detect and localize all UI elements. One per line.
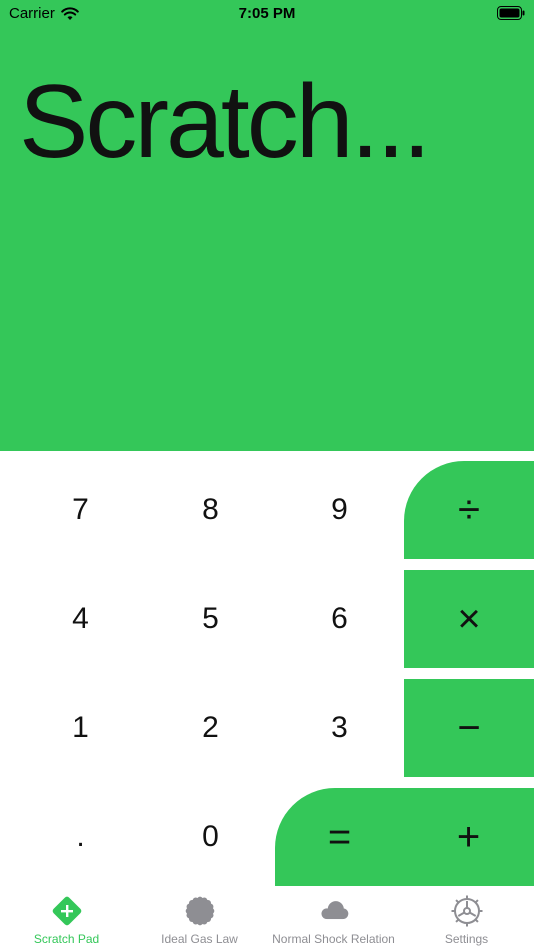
tab-label: Ideal Gas Law <box>161 932 238 946</box>
tab-label: Normal Shock Relation <box>272 932 395 946</box>
badge-icon <box>183 894 217 928</box>
key-2[interactable]: 2 <box>146 679 275 777</box>
scratch-display: Scratch... <box>19 64 431 180</box>
multiply-button[interactable]: × <box>404 570 534 668</box>
key-4[interactable]: 4 <box>16 570 145 668</box>
gear-icon <box>450 894 484 928</box>
tab-settings[interactable]: Settings <box>400 886 533 950</box>
status-bar: Carrier 7:05 PM <box>0 0 534 28</box>
tab-label: Scratch Pad <box>33 932 100 946</box>
tab-normal-shock-relation[interactable]: Normal Shock Relation <box>267 886 400 950</box>
key-9[interactable]: 9 <box>275 461 404 559</box>
key-decimal[interactable]: . <box>16 788 145 886</box>
key-1[interactable]: 1 <box>16 679 145 777</box>
tab-ideal-gas-law[interactable]: Ideal Gas Law <box>133 886 266 950</box>
divide-button[interactable]: ÷ <box>404 461 534 559</box>
cloud-icon <box>317 894 351 928</box>
key-3[interactable]: 3 <box>275 679 404 777</box>
key-7[interactable]: 7 <box>16 461 145 559</box>
clock: 7:05 PM <box>238 5 296 22</box>
plus-diamond-icon <box>50 894 84 928</box>
subtract-button[interactable]: − <box>404 679 534 777</box>
key-6[interactable]: 6 <box>275 570 404 668</box>
key-8[interactable]: 8 <box>146 461 275 559</box>
equals-button[interactable]: = <box>275 788 404 886</box>
battery-icon <box>497 6 525 20</box>
add-button[interactable]: + <box>404 788 533 886</box>
key-5[interactable]: 5 <box>146 570 275 668</box>
key-0[interactable]: 0 <box>146 788 275 886</box>
tab-bar: Scratch Pad Ideal Gas Law Normal Shock R… <box>0 886 534 950</box>
tab-label: Settings <box>444 932 489 946</box>
tab-scratch-pad[interactable]: Scratch Pad <box>0 886 133 950</box>
